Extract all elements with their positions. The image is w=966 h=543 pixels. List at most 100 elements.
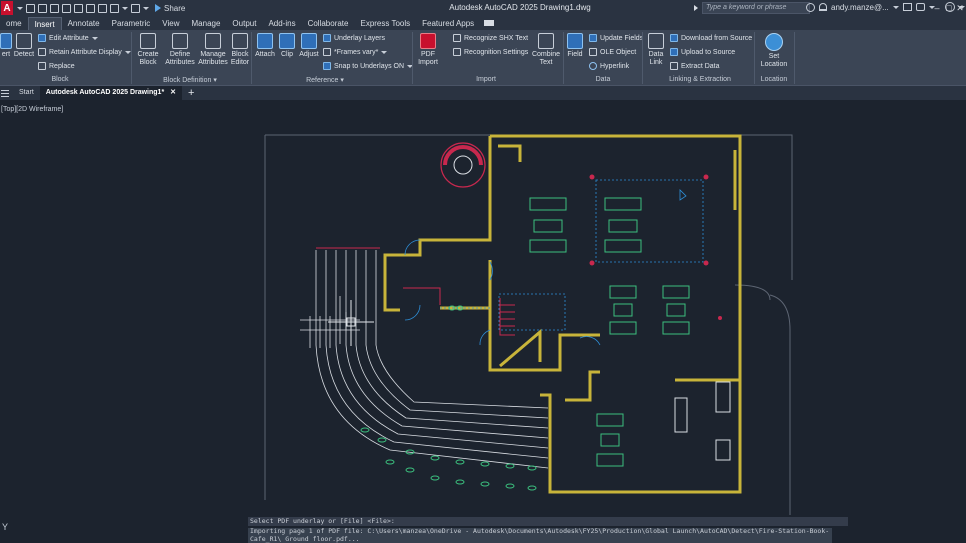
download-from-source-button[interactable]: Download from Source — [670, 34, 752, 42]
open-icon[interactable] — [38, 3, 47, 13]
undo-caret-icon[interactable] — [122, 6, 128, 10]
manage-attributes-button[interactable]: Manage Attributes — [197, 33, 229, 67]
adjust-label: Adjust — [299, 51, 319, 58]
recognition-settings-button[interactable]: Recognition Settings — [453, 48, 528, 56]
frames-icon — [323, 48, 331, 56]
close-tab-icon[interactable]: ✕ — [170, 86, 176, 100]
adjust-button[interactable]: Adjust — [297, 33, 321, 59]
recognize-shx-text-button[interactable]: Recognize SHX Text — [453, 34, 528, 42]
search-icon[interactable] — [806, 2, 815, 12]
cart-icon[interactable] — [902, 3, 912, 11]
command-line-text-2: Cafe_R1\ Ground floor.pdf... — [250, 534, 360, 543]
column-markers — [589, 174, 722, 320]
ribbon-tab-express-tools[interactable]: Express Tools — [354, 17, 416, 30]
update-fields-label: Update Fields — [600, 34, 644, 42]
replace-button[interactable]: Replace — [38, 62, 75, 70]
pdf-import-button[interactable]: PDF Import — [415, 33, 441, 67]
ribbon-tab-insert[interactable]: Insert — [27, 17, 62, 30]
open-web-icon[interactable] — [74, 3, 83, 13]
qat-customize-caret-icon[interactable] — [143, 6, 149, 10]
drawing-canvas[interactable] — [0, 100, 966, 516]
underlay-layers-button[interactable]: Underlay Layers — [323, 34, 385, 42]
share-label: Share — [164, 3, 186, 13]
upload-to-source-button[interactable]: Upload to Source — [670, 48, 735, 56]
search-expand-icon[interactable] — [694, 5, 698, 11]
ribbon-tab-collaborate[interactable]: Collaborate — [302, 17, 355, 30]
save-web-icon[interactable] — [86, 3, 95, 13]
viewport-controls[interactable]: [Top][2D Wireframe] — [1, 106, 63, 113]
ribbon-tab-annotate[interactable]: Annotate — [62, 17, 106, 30]
extract-data-button[interactable]: Extract Data — [670, 62, 720, 70]
attach-button[interactable]: Attach — [254, 33, 276, 59]
ribbon-tab-manage[interactable]: Manage — [186, 17, 227, 30]
ole-object-label: OLE Object — [600, 48, 637, 56]
set-location-button[interactable]: Set Location — [758, 33, 790, 69]
share-button[interactable]: Share — [155, 4, 185, 13]
tab-drawing1[interactable]: Autodesk AutoCAD 2025 Drawing1* ✕ — [39, 86, 183, 100]
insert-button[interactable]: ert — [0, 33, 12, 59]
retain-attribute-display-button[interactable]: Retain Attribute Display — [38, 48, 131, 56]
detect-button[interactable]: Detect — [13, 33, 35, 59]
define-attributes-button[interactable]: Define Attributes — [164, 33, 196, 67]
snap-label: Snap to Underlays ON — [334, 62, 405, 70]
edit-attribute-label: Edit Attribute — [49, 34, 89, 42]
block-editor-button[interactable]: Block Editor — [229, 33, 251, 67]
detect-icon — [16, 33, 32, 49]
autocad-logo-icon[interactable]: A — [1, 1, 13, 15]
user-caret-icon[interactable] — [892, 5, 899, 9]
ribbon-tab-featured-apps[interactable]: Featured Apps — [416, 17, 480, 30]
clip-button[interactable]: Clip — [277, 33, 297, 59]
block-definition-label: Block Definition — [163, 77, 212, 84]
ribbon-tab-parametric[interactable]: Parametric — [106, 17, 157, 30]
command-history: Select PDF underlay or [File] <File>: — [248, 517, 848, 526]
command-line[interactable]: Importing page 1 of PDF file: C:\Users\m… — [248, 528, 832, 543]
reference-label: Reference — [306, 77, 339, 84]
field-label: Field — [567, 51, 583, 58]
plot-icon[interactable] — [98, 3, 107, 13]
ole-object-button[interactable]: OLE Object — [589, 48, 636, 56]
tab-start[interactable]: Start — [13, 86, 40, 100]
user-name[interactable]: andy.manze@... — [831, 3, 889, 12]
close-button[interactable]: ✕ — [953, 0, 966, 16]
block-definition-panel-label[interactable]: Block Definition ▾ — [150, 76, 230, 84]
field-button[interactable]: Field — [566, 33, 584, 59]
block-panel-label: Block — [51, 76, 69, 83]
edit-attribute-button[interactable]: Edit Attribute — [38, 34, 98, 42]
snap-to-underlays-dropdown[interactable]: Snap to Underlays ON — [323, 62, 414, 70]
data-link-label-2: Link — [649, 59, 663, 66]
save-icon[interactable] — [50, 3, 59, 13]
create-block-button[interactable]: Create Block — [135, 33, 161, 67]
new-tab-button[interactable]: + — [188, 87, 194, 99]
edit-attribute-caret-icon — [91, 36, 98, 40]
redo-icon[interactable] — [131, 3, 140, 13]
ribbon-tab-view[interactable]: View — [156, 17, 185, 30]
search-input[interactable]: Type a keyword or phrase — [702, 2, 810, 14]
recognize-shx-label: Recognize SHX Text — [464, 34, 529, 42]
title-bar: A Share Autodesk AutoCAD 2025 Drawing1.d… — [0, 0, 966, 16]
save-as-icon[interactable] — [62, 3, 71, 13]
panel-separator — [563, 32, 564, 84]
download-icon — [670, 34, 678, 42]
ribbon-tab-add-ins[interactable]: Add-ins — [262, 17, 301, 30]
user-icon[interactable] — [819, 3, 827, 11]
ribbon-tab-ome[interactable]: ome — [0, 17, 28, 30]
data-link-button[interactable]: Data Link — [645, 33, 667, 67]
frames-vary-dropdown[interactable]: *Frames vary* — [323, 48, 388, 56]
panel-separator — [412, 32, 413, 84]
app-menu-caret-icon[interactable] — [17, 6, 23, 10]
menu-icon[interactable] — [1, 89, 13, 97]
update-fields-button[interactable]: Update Fields — [589, 34, 643, 42]
combine-text-button[interactable]: Combine Text — [531, 33, 561, 67]
ribbon-display-toggle-icon[interactable] — [484, 20, 495, 26]
ribbon-tab-output[interactable]: Output — [226, 17, 262, 30]
paver-ovals — [360, 305, 537, 491]
ole-object-icon — [589, 48, 597, 56]
ribbon-panel: ert Detect Edit Attribute Retain Attribu… — [0, 30, 966, 86]
new-icon[interactable] — [26, 3, 35, 13]
create-block-label-2: Block — [139, 59, 157, 66]
undo-icon[interactable] — [110, 3, 119, 13]
site-lines — [264, 134, 793, 515]
autodesk-app-icon[interactable] — [915, 3, 925, 11]
hyperlink-button[interactable]: Hyperlink — [589, 62, 629, 70]
reference-panel-label[interactable]: Reference ▾ — [300, 76, 350, 84]
